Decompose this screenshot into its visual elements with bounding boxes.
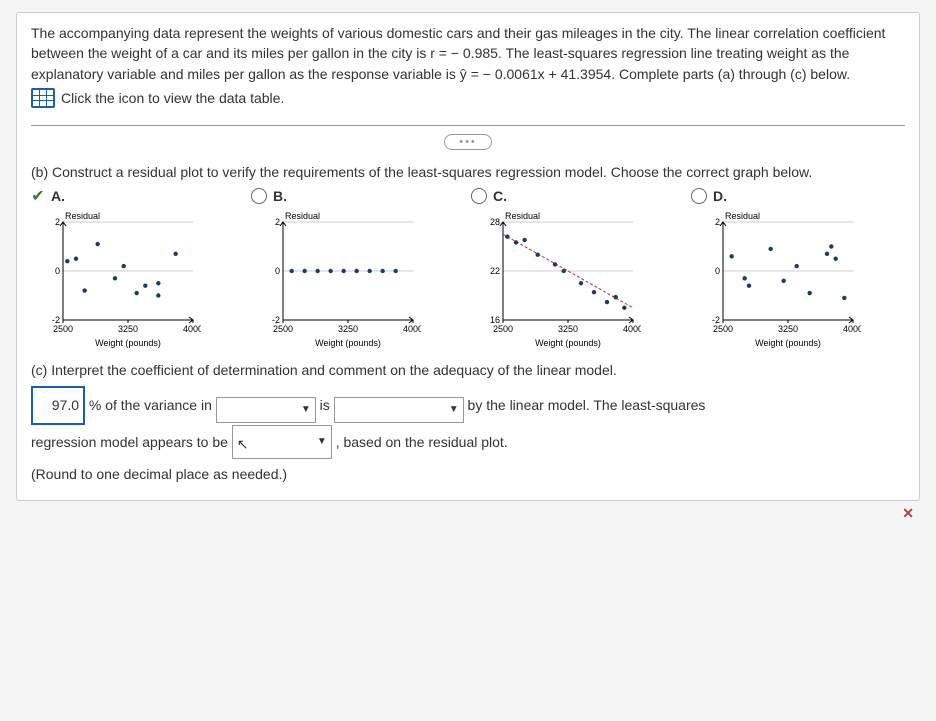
svg-text:2: 2 [275,217,280,227]
svg-text:Residual: Residual [65,211,100,221]
chart-option-d[interactable]: D.-202250032504000ResidualWeight (pounds… [691,188,905,348]
option-label: D. [713,188,727,204]
svg-text:2500: 2500 [273,324,293,334]
text-frag-4: regression model appears to be [31,434,228,450]
svg-text:2500: 2500 [713,324,733,334]
svg-text:Residual: Residual [285,211,320,221]
text-frag-1: % of the variance in [89,397,212,413]
chart-option-a[interactable]: ✔A.-202250032504000ResidualWeight (pound… [31,188,245,348]
part-c-body: 97.0 % of the variance in ▼ is ▼ by the … [31,386,905,490]
svg-text:4000: 4000 [843,324,861,334]
cursor-icon: ↖ [237,429,249,460]
svg-text:2500: 2500 [53,324,73,334]
chart-options-row: ✔A.-202250032504000ResidualWeight (pound… [31,188,905,348]
svg-text:28: 28 [490,217,500,227]
text-frag-5: , based on the residual plot. [336,434,508,450]
chart-plot: 162228250032504000ResidualWeight (pounds… [471,208,641,348]
part-b-prompt: (b) Construct a residual plot to verify … [31,164,905,180]
svg-text:Weight (pounds): Weight (pounds) [535,338,601,348]
option-label: B. [273,188,287,204]
chart-plot: -202250032504000ResidualWeight (pounds) [691,208,861,348]
svg-text:4000: 4000 [623,324,641,334]
chevron-down-icon: ▼ [449,399,459,421]
is-dropdown[interactable]: ▼ [334,397,464,423]
text-frag-2: is [320,397,330,413]
svg-text:0: 0 [55,266,60,276]
svg-text:3250: 3250 [338,324,358,334]
svg-text:0: 0 [715,266,720,276]
svg-text:4000: 4000 [403,324,421,334]
data-table-link-label: Click the icon to view the data table. [61,90,284,106]
chart-option-b[interactable]: B.-202250032504000ResidualWeight (pounds… [251,188,465,348]
divider [31,125,905,126]
svg-text:Weight (pounds): Weight (pounds) [315,338,381,348]
radio-d[interactable] [691,188,707,204]
radio-b[interactable] [251,188,267,204]
text-frag-3: by the linear model. The least-squares [468,397,706,413]
table-icon [31,88,55,108]
radio-a[interactable]: ✔ [31,189,45,203]
svg-text:2500: 2500 [493,324,513,334]
chevron-down-icon: ▼ [317,431,327,453]
expand-dots[interactable]: ••• [444,134,492,150]
problem-statement: The accompanying data represent the weig… [31,23,905,84]
svg-text:3250: 3250 [778,324,798,334]
svg-text:Residual: Residual [725,211,760,221]
svg-text:Residual: Residual [505,211,540,221]
svg-text:Weight (pounds): Weight (pounds) [755,338,821,348]
chart-plot: -202250032504000ResidualWeight (pounds) [31,208,201,348]
adequacy-dropdown[interactable]: ↖▼ [232,425,332,460]
svg-text:4000: 4000 [183,324,201,334]
svg-text:0: 0 [275,266,280,276]
option-label: A. [51,188,65,204]
r-squared-input[interactable]: 97.0 [31,386,85,425]
svg-text:22: 22 [490,266,500,276]
data-table-link[interactable]: Click the icon to view the data table. [31,88,284,108]
close-icon[interactable]: ✕ [16,501,920,522]
chevron-down-icon: ▼ [301,399,311,421]
svg-text:2: 2 [715,217,720,227]
variance-in-dropdown[interactable]: ▼ [216,397,316,423]
rounding-note: (Round to one decimal place as needed.) [31,466,287,482]
part-c-prompt: (c) Interpret the coefficient of determi… [31,362,905,378]
svg-text:2: 2 [55,217,60,227]
svg-text:Weight (pounds): Weight (pounds) [95,338,161,348]
chart-option-c[interactable]: C.162228250032504000ResidualWeight (poun… [471,188,685,348]
radio-c[interactable] [471,188,487,204]
svg-text:3250: 3250 [558,324,578,334]
chart-plot: -202250032504000ResidualWeight (pounds) [251,208,421,348]
svg-text:3250: 3250 [118,324,138,334]
option-label: C. [493,188,507,204]
